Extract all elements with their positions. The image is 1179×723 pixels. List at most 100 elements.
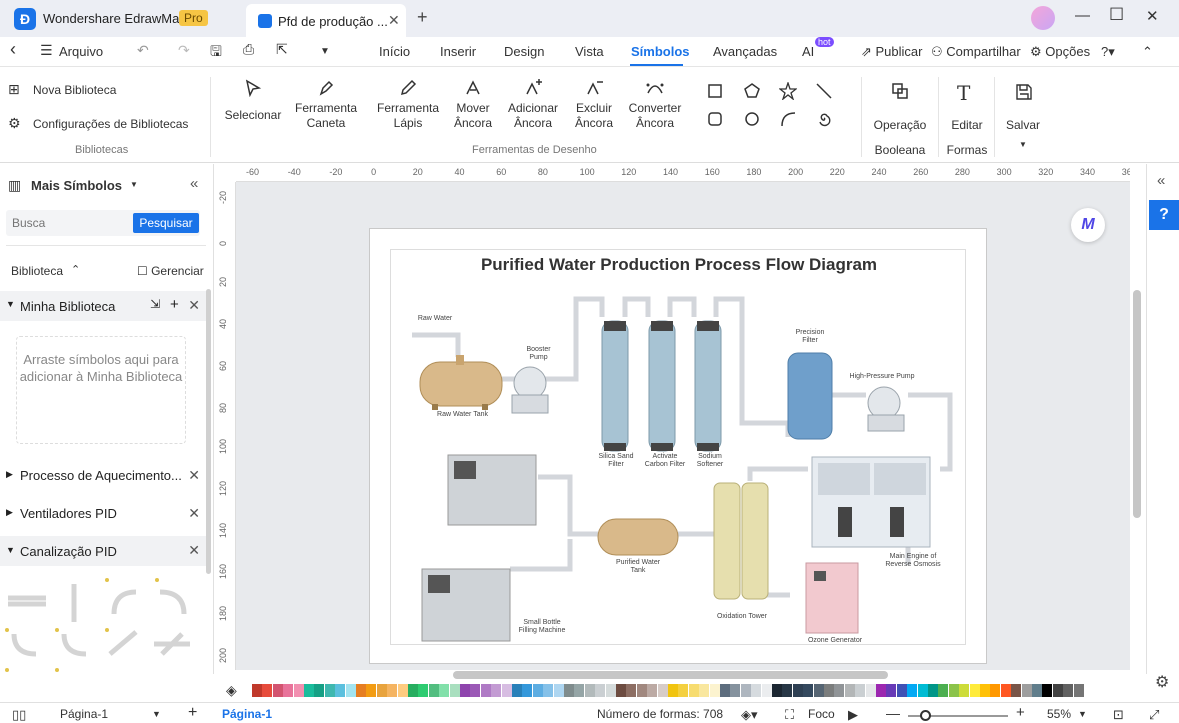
library-settings-button[interactable]: ⚙ Configurações de Bibliotecas xyxy=(8,115,204,135)
close-window-button[interactable]: ✕ xyxy=(1146,7,1159,25)
label-activate-carbon-filter[interactable]: Activate Carbon Filter xyxy=(638,453,692,469)
publish-button[interactable]: ⇗ Publicar xyxy=(861,44,922,60)
menu-ai[interactable]: AI xyxy=(802,44,814,59)
color-swatch[interactable] xyxy=(532,684,543,697)
color-swatch[interactable] xyxy=(1042,684,1053,697)
color-swatch[interactable] xyxy=(907,684,918,697)
close-icon[interactable]: ✕ xyxy=(188,467,200,484)
color-swatch[interactable] xyxy=(855,684,866,697)
label-ozone-generator[interactable]: Ozone Generator xyxy=(800,637,870,645)
help-icon[interactable]: ?▾ xyxy=(1101,44,1115,60)
color-swatch[interactable] xyxy=(1073,684,1084,697)
fullscreen-icon[interactable]: ⤢ xyxy=(1149,707,1159,723)
expand-right-panel-icon[interactable]: « xyxy=(1157,172,1165,189)
pipe-symbols-grid[interactable] xyxy=(2,574,202,674)
hamburger-icon[interactable]: ☰ xyxy=(40,42,53,59)
label-purified-water-tank[interactable]: Purified Water Tank xyxy=(608,559,668,575)
color-swatch[interactable] xyxy=(262,684,273,697)
label-sodium-softener[interactable]: Sodium Softener xyxy=(686,453,734,469)
page-selector-dropdown-icon[interactable]: ▼ xyxy=(152,709,161,719)
pentagon-shape-icon[interactable] xyxy=(743,82,761,100)
color-swatch[interactable] xyxy=(439,684,450,697)
search-input[interactable] xyxy=(12,216,122,230)
color-swatch[interactable] xyxy=(470,684,481,697)
save-library-button[interactable]: Salvar ▼ xyxy=(998,77,1048,157)
library-section-heating[interactable]: ▶ Processo de Aquecimento... ✕ xyxy=(0,461,206,491)
zoom-level[interactable]: 55% xyxy=(1047,707,1071,721)
color-swatch[interactable] xyxy=(938,684,949,697)
close-icon[interactable]: ✕ xyxy=(188,542,200,559)
share-button[interactable]: ⚇ Compartilhar xyxy=(931,44,1021,60)
color-swatch[interactable] xyxy=(356,684,366,697)
spiral-shape-icon[interactable] xyxy=(815,110,833,128)
line-shape-icon[interactable] xyxy=(815,82,833,100)
pencil-tool-button[interactable]: Ferramenta Lápis xyxy=(373,77,443,137)
horizontal-scrollbar[interactable] xyxy=(453,671,888,679)
color-swatch[interactable] xyxy=(522,684,533,697)
color-swatch[interactable] xyxy=(792,684,803,697)
rounded-rectangle-shape-icon[interactable] xyxy=(707,111,723,127)
page-selector[interactable]: Página-1 xyxy=(60,707,108,721)
color-swatch[interactable] xyxy=(896,684,907,697)
color-swatch[interactable] xyxy=(553,684,564,697)
label-high-pressure-pump[interactable]: High-Pressure Pump xyxy=(840,373,924,381)
color-swatch[interactable] xyxy=(366,684,377,697)
diagram-page[interactable]: Purified Water Production Process Flow D… xyxy=(369,228,987,664)
label-small-bottle-filling[interactable]: Small Bottle Filling Machine xyxy=(510,619,574,635)
color-swatch[interactable] xyxy=(376,684,387,697)
help-icon[interactable]: ? xyxy=(1149,200,1179,230)
edit-shapes-button[interactable]: T Editar Formas xyxy=(942,77,992,157)
label-reverse-osmosis[interactable]: Main Engine of Reverse Osmosis xyxy=(878,553,948,569)
maximize-button[interactable]: ☐ xyxy=(1109,5,1124,25)
menu-vista[interactable]: Vista xyxy=(575,44,604,59)
color-swatch[interactable] xyxy=(834,684,845,697)
print-icon[interactable]: ⎙ xyxy=(243,41,254,58)
color-swatch[interactable] xyxy=(876,684,886,697)
play-icon[interactable]: ▶ xyxy=(848,707,858,723)
label-raw-water-tank[interactable]: Raw Water Tank xyxy=(425,411,500,419)
panel-title[interactable]: Mais Símbolos xyxy=(31,178,122,193)
focus-label[interactable]: Foco xyxy=(808,707,835,721)
label-booster-pump[interactable]: Booster Pump xyxy=(516,346,561,362)
panel-title-dropdown-icon[interactable]: ▼ xyxy=(130,180,138,189)
color-swatch[interactable] xyxy=(564,684,574,697)
delete-anchor-button[interactable]: Excluir Âncora xyxy=(564,77,624,137)
active-page-tab[interactable]: Página-1 xyxy=(222,707,272,721)
collapse-panel-icon[interactable]: « xyxy=(190,175,198,192)
settings-gear-icon[interactable]: ⚙ xyxy=(1155,672,1169,692)
new-library-button[interactable]: ⊞ Nova Biblioteca xyxy=(8,81,198,101)
color-swatch[interactable] xyxy=(605,684,616,697)
label-oxidation-tower[interactable]: Oxidation Tower xyxy=(710,613,774,621)
file-menu[interactable]: Arquivo xyxy=(59,44,103,59)
undo-icon[interactable]: ↶ xyxy=(137,42,149,59)
color-swatch[interactable] xyxy=(928,684,938,697)
color-swatch[interactable] xyxy=(917,684,928,697)
label-silica-sand-filter[interactable]: Silica Sand Filter xyxy=(592,453,640,469)
menu-avancadas[interactable]: Avançadas xyxy=(713,44,777,59)
color-swatch[interactable] xyxy=(418,684,429,697)
color-swatch[interactable] xyxy=(886,684,897,697)
color-swatch[interactable] xyxy=(626,684,637,697)
color-swatch[interactable] xyxy=(397,684,408,697)
quick-access-dropdown-icon[interactable]: ▼ xyxy=(320,46,330,57)
color-swatch[interactable] xyxy=(959,684,970,697)
minimize-button[interactable]: — xyxy=(1075,7,1090,24)
label-precision-filter[interactable]: Precision Filter xyxy=(786,329,834,345)
color-swatch[interactable] xyxy=(824,684,834,697)
import-icon[interactable]: ⇲ xyxy=(150,297,160,311)
pro-badge[interactable]: Pro xyxy=(179,10,208,26)
color-swatch[interactable] xyxy=(647,684,658,697)
color-swatch[interactable] xyxy=(480,684,491,697)
color-swatch[interactable] xyxy=(1032,684,1042,697)
star-shape-icon[interactable] xyxy=(779,82,797,100)
add-page-button[interactable]: + xyxy=(188,704,197,722)
color-swatch[interactable] xyxy=(501,684,512,697)
color-swatch[interactable] xyxy=(688,684,699,697)
menu-inicio[interactable]: Início xyxy=(379,44,410,59)
color-swatch[interactable] xyxy=(980,684,990,697)
zoom-out-button[interactable]: — xyxy=(886,705,900,721)
avatar[interactable] xyxy=(1031,6,1055,30)
options-button[interactable]: ⚙ Opções xyxy=(1030,44,1090,60)
page-layout-icon[interactable]: ▯▯ xyxy=(12,707,26,723)
zoom-dropdown-icon[interactable]: ▼ xyxy=(1078,709,1087,719)
